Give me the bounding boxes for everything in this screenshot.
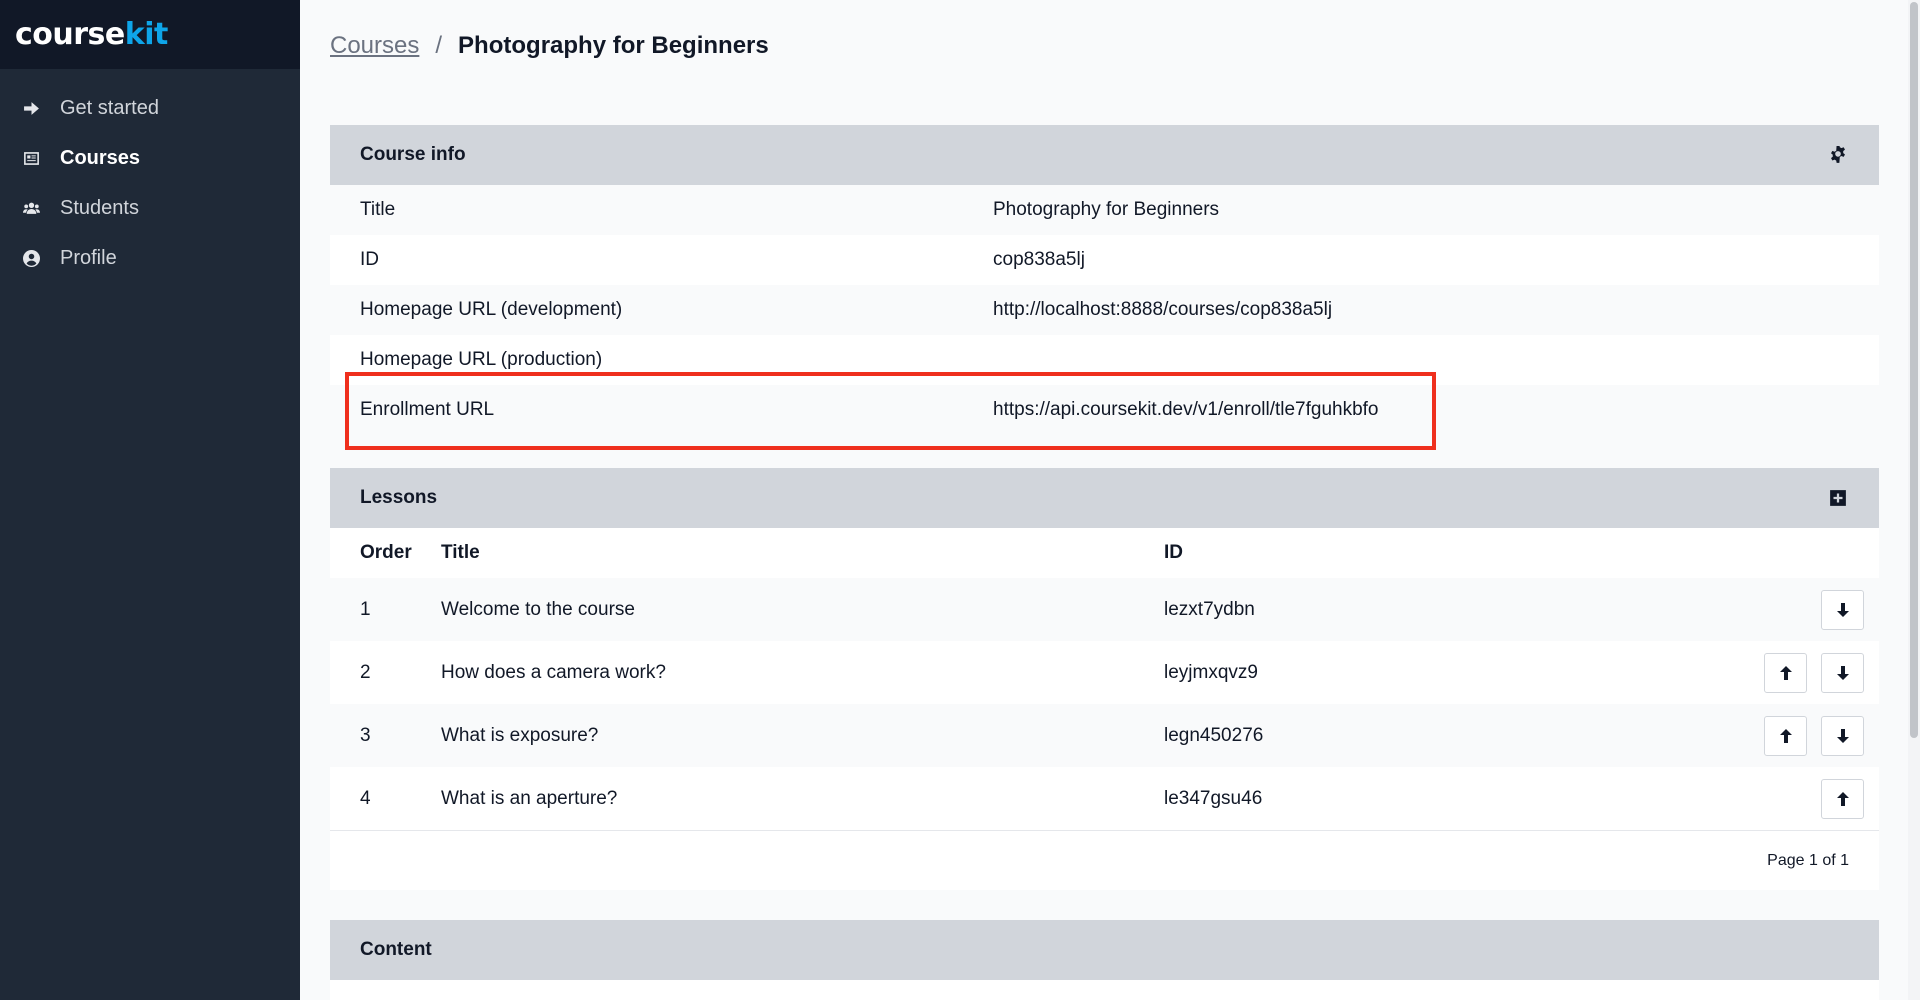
table-row: 2 How does a camera work? leyjmxqvz9 [330, 641, 1879, 704]
column-header-id: ID [1164, 542, 1183, 563]
sidebar: coursekit Get started Courses Students P… [0, 0, 300, 1000]
gear-icon[interactable] [1827, 144, 1849, 166]
lesson-order: 2 [360, 661, 371, 683]
sidebar-item-students[interactable]: Students [0, 183, 300, 233]
course-info-title: Course info [360, 144, 466, 165]
info-label: Homepage URL (production) [360, 349, 603, 370]
move-up-button[interactable] [1764, 716, 1807, 756]
logo-text-course: course [15, 17, 125, 52]
sidebar-item-label: Get started [60, 96, 159, 119]
move-up-button[interactable] [1764, 653, 1807, 693]
info-row-id: ID cop838a5lj [330, 235, 1879, 285]
info-label: Homepage URL (development) [360, 299, 623, 320]
scrollbar[interactable] [1908, 0, 1920, 1000]
info-row-homepage-prod: Homepage URL (production) [330, 335, 1879, 385]
breadcrumb-separator: / [435, 32, 443, 59]
sidebar-item-label: Profile [60, 246, 117, 269]
content-title: Content [360, 939, 432, 960]
course-info-panel: Course info Title Photography for Beginn… [330, 125, 1879, 435]
column-header-order: Order [360, 542, 412, 563]
sidebar-nav: Get started Courses Students Profile [0, 83, 300, 283]
content-header: Content [330, 920, 1879, 980]
info-label: Enrollment URL [360, 399, 495, 420]
sidebar-item-courses[interactable]: Courses [0, 133, 300, 183]
table-row: 1 Welcome to the course lezxt7ydbn [330, 578, 1879, 641]
info-row-homepage-dev: Homepage URL (development) http://localh… [330, 285, 1879, 335]
lesson-order: 4 [360, 787, 371, 809]
info-row-enrollment-url: Enrollment URL https://api.coursekit.dev… [330, 385, 1879, 435]
column-header-title: Title [441, 542, 480, 563]
sidebar-item-profile[interactable]: Profile [0, 233, 300, 283]
breadcrumb-link-courses[interactable]: Courses [330, 32, 419, 60]
lesson-title: How does a camera work? [441, 661, 666, 683]
lesson-order: 3 [360, 724, 371, 746]
table-row: 4 What is an aperture? le347gsu46 [330, 767, 1879, 830]
info-value: Photography for Beginners [993, 199, 1220, 220]
lessons-header: Lessons [330, 468, 1879, 528]
lessons-table-header: Order Title ID [330, 528, 1879, 578]
info-value: cop838a5lj [993, 249, 1085, 270]
arrow-down-icon [1836, 729, 1849, 743]
course-info-header: Course info [330, 125, 1879, 185]
editor-toolbar[interactable] [330, 980, 1879, 1000]
sidebar-item-label: Courses [60, 146, 141, 169]
breadcrumb: Courses / Photography for Beginners [330, 32, 769, 60]
logo[interactable]: coursekit [15, 17, 168, 52]
scrollbar-thumb[interactable] [1910, 2, 1918, 738]
course-info-table: Title Photography for Beginners ID cop83… [330, 185, 1879, 435]
pagination: Page 1 of 1 [330, 830, 1879, 890]
lesson-title: Welcome to the course [441, 598, 635, 620]
arrow-up-icon [1779, 666, 1792, 680]
page-indicator: Page 1 of 1 [1767, 851, 1849, 869]
info-label: ID [360, 249, 379, 270]
arrow-down-icon [1836, 666, 1849, 680]
lessons-table-body: 1 Welcome to the course lezxt7ydbn 2 How… [330, 578, 1879, 830]
move-down-button[interactable] [1821, 716, 1864, 756]
profile-icon [22, 249, 40, 267]
page-title: Photography for Beginners [458, 32, 769, 59]
enrollment-url-value: https://api.coursekit.dev/v1/enroll/tle7… [993, 399, 1379, 420]
sidebar-item-label: Students [60, 196, 139, 219]
courses-icon [22, 149, 40, 167]
arrow-down-icon [1836, 603, 1849, 617]
lessons-panel: Lessons Order Title ID 1 Welcome to the … [330, 468, 1879, 890]
content-panel: Content [330, 920, 1879, 1000]
info-row-title: Title Photography for Beginners [330, 185, 1879, 235]
move-down-button[interactable] [1821, 590, 1864, 630]
info-value: http://localhost:8888/courses/cop838a5lj [993, 299, 1333, 320]
logo-bar: coursekit [0, 0, 300, 69]
lesson-order: 1 [360, 598, 371, 620]
sidebar-item-get-started[interactable]: Get started [0, 83, 300, 133]
lesson-id: le347gsu46 [1164, 787, 1263, 809]
move-down-button[interactable] [1821, 653, 1864, 693]
arrow-up-icon [1779, 729, 1792, 743]
lessons-title: Lessons [360, 487, 438, 508]
arrow-right-icon [22, 99, 40, 117]
info-label: Title [360, 199, 396, 220]
arrow-up-icon [1836, 792, 1849, 806]
lesson-id: lezxt7ydbn [1164, 598, 1255, 620]
lesson-id: legn450276 [1164, 724, 1264, 746]
students-icon [22, 199, 40, 217]
move-up-button[interactable] [1821, 779, 1864, 819]
table-row: 3 What is exposure? legn450276 [330, 704, 1879, 767]
lesson-id: leyjmxqvz9 [1164, 661, 1258, 683]
add-lesson-icon[interactable] [1827, 487, 1849, 509]
logo-text-kit: kit [124, 17, 169, 52]
lesson-title: What is exposure? [441, 724, 599, 746]
lesson-title: What is an aperture? [441, 787, 618, 809]
main-content: Courses / Photography for Beginners Cour… [300, 0, 1920, 1000]
